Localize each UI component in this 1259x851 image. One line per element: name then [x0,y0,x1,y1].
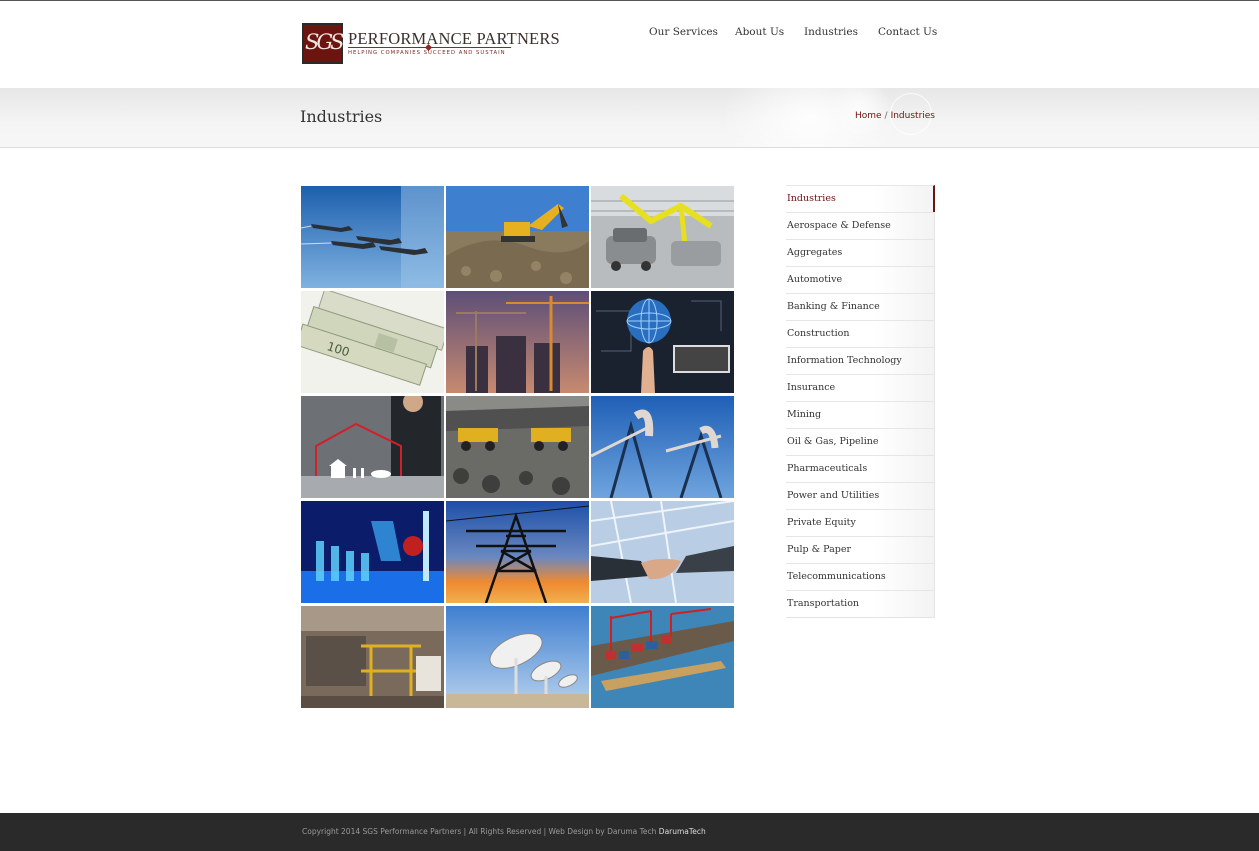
industries-sidebar-menu: Industries Aerospace & Defense Aggregate… [786,185,935,618]
businessman-house-image[interactable] [301,396,444,498]
site-logo[interactable]: SGS PERFORMANCE PARTNERS HELPING COMPANI… [302,23,560,69]
logo-name: PERFORMANCE PARTNERS [348,29,560,48]
sidebar-item-private-equity[interactable]: Private Equity [786,509,935,536]
nav-contact-us[interactable]: Contact Us [878,26,937,38]
globe-technology-image[interactable] [591,291,734,393]
fighter-jets-image[interactable] [301,186,444,288]
site-footer: Copyright 2014 SGS Performance Partners … [0,813,1259,851]
sidebar-item-pulp-paper[interactable]: Pulp & Paper [786,536,935,563]
sidebar-item-pharmaceuticals[interactable]: Pharmaceuticals [786,455,935,482]
handshake-image[interactable] [591,501,734,603]
footer-designer-link[interactable]: DarumaTech [659,827,706,836]
nav-industries[interactable]: Industries [804,26,858,38]
breadcrumb: Home / Industries [855,111,935,121]
mining-trucks-image[interactable] [446,396,589,498]
industries-image-grid: 100 [301,186,735,708]
footer-copyright-text: Copyright 2014 SGS Performance Partners … [302,827,657,836]
sidebar-item-transportation[interactable]: Transportation [786,590,935,617]
cargo-port-image[interactable] [591,606,734,708]
sidebar-item-aerospace-defense[interactable]: Aerospace & Defense [786,212,935,239]
paper-machine-image[interactable] [301,606,444,708]
page-title-band: Industries Home / Industries [0,88,1259,148]
sidebar-item-mining[interactable]: Mining [786,401,935,428]
breadcrumb-current: Industries [890,111,935,121]
satellite-dishes-image[interactable] [446,606,589,708]
page-title: Industries [300,107,383,126]
sidebar-item-aggregates[interactable]: Aggregates [786,239,935,266]
sidebar-item-banking-finance[interactable]: Banking & Finance [786,293,935,320]
sidebar-item-construction[interactable]: Construction [786,320,935,347]
oil-pumpjack-image[interactable] [591,396,734,498]
sidebar-item-insurance[interactable]: Insurance [786,374,935,401]
logo-monogram: SGS [305,30,345,54]
money-bills-image[interactable]: 100 [301,291,444,393]
sidebar-item-information-technology[interactable]: Information Technology [786,347,935,374]
sidebar-item-power-utilities[interactable]: Power and Utilities [786,482,935,509]
nav-our-services[interactable]: Our Services [649,26,718,38]
sidebar-item-automotive[interactable]: Automotive [786,266,935,293]
sidebar-item-industries[interactable]: Industries [786,185,935,212]
construction-cranes-image[interactable] [446,291,589,393]
logo-tagline: HELPING COMPANIES SUCCEED AND SUSTAIN [348,50,506,56]
logo-monogram-box: SGS [302,23,345,64]
breadcrumb-separator: / [884,111,888,121]
power-tower-image[interactable] [446,501,589,603]
car-assembly-image[interactable] [591,186,734,288]
logo-divider [348,47,511,48]
footer-copyright: Copyright 2014 SGS Performance Partners … [302,827,706,836]
sidebar-item-oil-gas-pipeline[interactable]: Oil & Gas, Pipeline [786,428,935,455]
site-header: SGS PERFORMANCE PARTNERS HELPING COMPANI… [0,1,1259,88]
lab-vials-image[interactable] [301,501,444,603]
sidebar-item-telecommunications[interactable]: Telecommunications [786,563,935,590]
nav-about-us[interactable]: About Us [735,26,784,38]
excavator-image[interactable] [446,186,589,288]
breadcrumb-home-link[interactable]: Home [855,111,882,121]
